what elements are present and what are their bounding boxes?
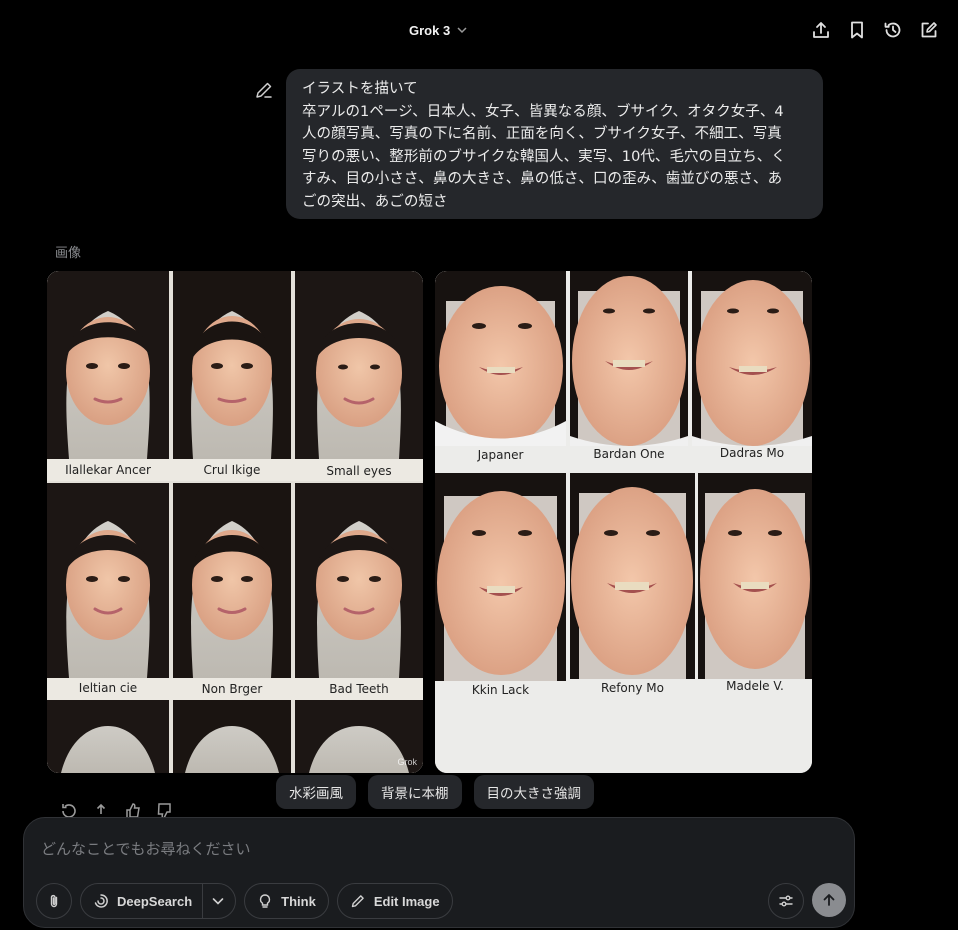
photo-caption: Ilalleka​r Ancer xyxy=(65,463,151,477)
deepsearch-main[interactable]: DeepSearch xyxy=(93,884,204,918)
close-up-photo-grid xyxy=(435,271,812,773)
composer-right-tools xyxy=(768,883,846,919)
photo-caption: Bad Teeth xyxy=(329,682,389,696)
suggestion-chip[interactable]: 目の大きさ強調 xyxy=(473,775,594,809)
deepsearch-button[interactable]: DeepSearch xyxy=(80,883,237,919)
bookmark-icon[interactable] xyxy=(846,18,868,42)
share-icon[interactable] xyxy=(810,18,832,42)
photo-caption: Small eyes xyxy=(326,464,392,478)
thumbs-up-icon[interactable] xyxy=(124,802,142,818)
suggestion-chip[interactable]: 水彩画風 xyxy=(276,775,356,809)
photo-caption: Bardan One xyxy=(593,447,665,461)
composer-tools: DeepSearch Think Edit Image xyxy=(36,883,453,919)
sliders-icon xyxy=(779,895,793,907)
paperclip-icon xyxy=(50,894,58,908)
top-bar: Grok 3 xyxy=(0,0,958,60)
photo-caption: Refony Mo xyxy=(601,681,664,695)
generated-image-2[interactable]: Japaner Bardan One Dadras Mo Kkin Lack R… xyxy=(435,271,812,773)
suggestion-chip[interactable]: 背景に本棚 xyxy=(368,775,462,809)
photo-caption: Kkin Lack xyxy=(471,683,530,697)
settings-button[interactable] xyxy=(768,883,804,919)
yearbook-photo-grid xyxy=(47,271,423,773)
photo-caption: Crul Ikige xyxy=(203,463,261,477)
regenerate-icon[interactable] xyxy=(60,802,78,818)
new-chat-icon[interactable] xyxy=(918,18,940,42)
prompt-input[interactable] xyxy=(41,840,821,858)
user-message-bubble: イラストを描いて 卒アルの1ページ、日本人、女子、皆異なる顔、ブサイク、オタク女… xyxy=(286,69,823,219)
edit-message-icon[interactable] xyxy=(254,80,274,100)
model-selector[interactable]: Grok 3 xyxy=(409,20,468,40)
user-message-line: 人の顔写真、写真の下に名前、正面を向く、ブサイク女子、不細工、写真 xyxy=(302,126,782,142)
pencil-icon xyxy=(351,895,364,908)
watermark: Grok xyxy=(397,757,417,767)
think-label: Think xyxy=(281,893,316,909)
think-button[interactable]: Think xyxy=(244,883,329,919)
share-response-icon[interactable] xyxy=(92,802,110,818)
model-name: Grok 3 xyxy=(409,22,451,38)
user-message-line: 卒アルの1ページ、日本人、女子、皆異なる顔、ブサイク、オタク女子、4 xyxy=(302,103,784,120)
photo-caption: Dadras Mo xyxy=(719,446,785,460)
user-message-line: すみ、目の小ささ、鼻の大きさ、鼻の低さ、口の歪み、歯並びの悪さ、あ xyxy=(302,171,783,187)
images-label: 画像 xyxy=(55,246,82,261)
attach-button[interactable] xyxy=(36,883,72,919)
user-message-line: イラストを描いて xyxy=(302,81,418,97)
chevron-down-icon[interactable] xyxy=(211,894,225,908)
composer: DeepSearch Think Edit Image xyxy=(23,817,855,928)
deepsearch-label: DeepSearch xyxy=(117,893,193,909)
thumbs-down-icon[interactable] xyxy=(156,802,174,818)
history-icon[interactable] xyxy=(882,18,904,42)
photo-caption: Madele V. xyxy=(726,679,784,693)
photo-caption: Non Brger xyxy=(201,682,263,696)
suggestion-chips: 水彩画風 背景に本棚 目の大きさ強調 xyxy=(276,775,594,809)
lightbulb-icon xyxy=(260,894,271,908)
photo-caption: Ieltian cie xyxy=(78,681,138,695)
send-button[interactable] xyxy=(812,883,846,917)
user-message-line: 写りの悪い、整形前のブサイクな韓国人、実写、10代、毛穴の目立ち、く xyxy=(302,148,786,165)
header-actions xyxy=(810,18,940,42)
user-message-line: ごの突出、あごの短さ xyxy=(302,193,448,210)
edit-image-label: Edit Image xyxy=(373,893,440,909)
deepsearch-icon xyxy=(94,894,108,908)
edit-image-button[interactable]: Edit Image xyxy=(336,883,453,919)
chevron-down-icon xyxy=(456,24,468,36)
photo-caption: Japaner xyxy=(477,448,524,462)
generated-image-1[interactable]: Ilalleka​r Ancer Crul Ikige Small eyes I… xyxy=(47,271,423,773)
message-actions xyxy=(60,802,174,818)
arrow-up-icon xyxy=(823,894,835,906)
